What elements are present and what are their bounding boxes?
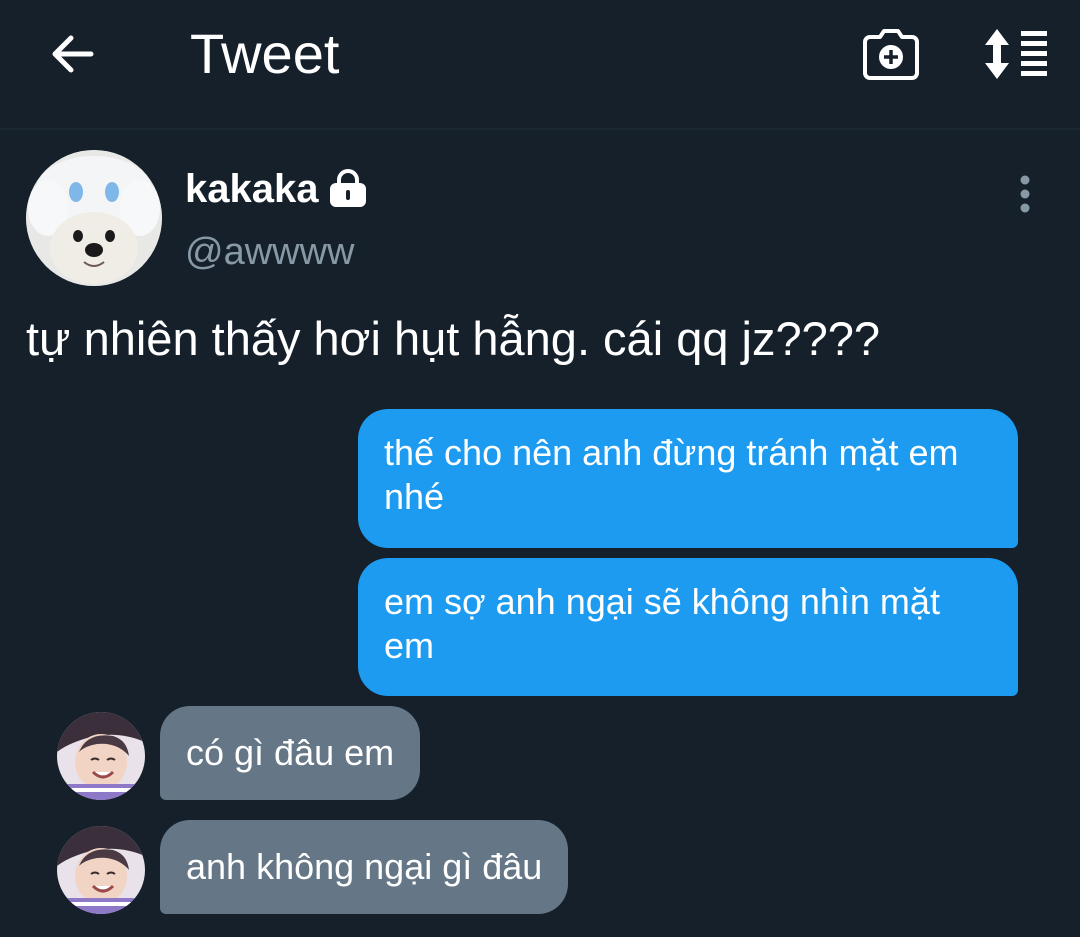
incoming-message: anh không ngại gì đâu [160, 820, 569, 914]
sender-avatar [57, 712, 145, 800]
outgoing-message: em sợ anh ngại sẽ không nhìn mặt em [358, 558, 1018, 696]
user-avatar[interactable] [26, 150, 162, 286]
user-handle: @awwww [185, 231, 355, 273]
arrow-left-icon [52, 35, 94, 73]
incoming-message: có gì đâu em [160, 706, 421, 800]
more-vertical-icon [1020, 175, 1030, 213]
tweet-screen: Tweet kakaka @awwww tự nhiên thấy hơi hụ… [0, 0, 1080, 937]
display-name-text: kakaka [185, 167, 319, 211]
dog-avatar-image [26, 150, 162, 286]
sender-avatar [57, 826, 145, 914]
lock-icon [330, 169, 367, 207]
tweet-text: tự nhiên thấy hơi hụt hẫng. cái qq jz???… [26, 312, 881, 365]
add-photo-button[interactable] [858, 24, 924, 84]
sort-list-icon [985, 29, 1047, 79]
outgoing-message: thế cho nên anh đừng tránh mặt em nhé [358, 409, 1018, 548]
person-avatar-image [57, 712, 145, 800]
header-divider [0, 128, 1080, 130]
person-avatar-image [57, 826, 145, 914]
top-app-bar: Tweet [0, 0, 1080, 110]
camera-add-icon [863, 29, 919, 80]
page-title: Tweet [190, 22, 340, 85]
more-options-button[interactable] [1006, 172, 1044, 216]
sort-button[interactable] [978, 24, 1054, 84]
display-name[interactable]: kakaka [185, 166, 368, 212]
back-button[interactable] [40, 22, 104, 86]
